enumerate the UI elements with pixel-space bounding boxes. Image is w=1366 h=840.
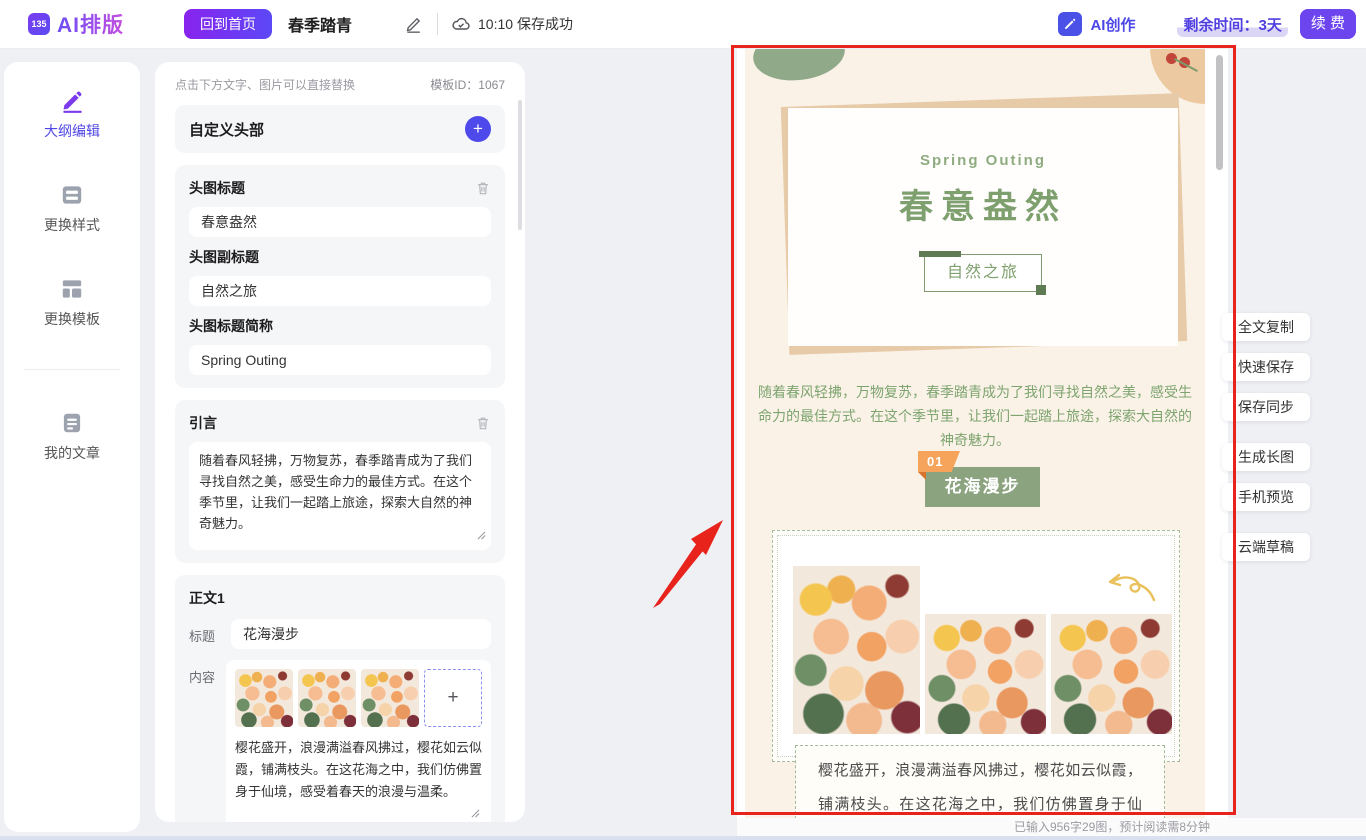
head-fields-section: 头图标题 春意盎然 头图副标题 自然之旅 头图标题简称 Spring Outin…	[175, 165, 505, 388]
template-id: 模板ID：1067	[430, 76, 505, 93]
body1-content-label: 内容	[189, 660, 226, 822]
logo-title: AI排版	[57, 9, 124, 39]
body1-label: 正文1	[189, 588, 225, 608]
body1-title-input[interactable]: 花海漫步	[231, 619, 491, 649]
app-window: 135 AI排版 回到首页 春季踏青 10:10 保存成功 AI创作 剩余时间：…	[0, 0, 1366, 840]
flower-image-small	[925, 614, 1046, 734]
flower-thumbnail[interactable]	[361, 669, 419, 727]
generate-long-image-button[interactable]: 生成长图	[1222, 443, 1310, 471]
body1-section: 正文1 标题 花海漫步 内容 + 樱花盛开，浪漫满溢春风拂过，樱花如云似霞，铺满…	[175, 575, 505, 822]
preview-eyebrow: Spring Outing	[788, 152, 1178, 169]
flower-image-large	[793, 566, 920, 734]
replace-hint-text: 点击下方文字、图片可以直接替换	[175, 76, 355, 93]
head-title-input[interactable]: 春意盎然	[189, 207, 491, 237]
header-divider	[437, 13, 438, 35]
rename-pencil-icon[interactable]	[404, 14, 424, 34]
head-title-label: 头图标题	[189, 178, 245, 198]
resize-handle-icon[interactable]	[477, 525, 486, 546]
document-title: 春季踏青	[288, 12, 352, 36]
ai-create-label: AI创作	[1090, 14, 1135, 35]
preview-title: 春意盎然	[788, 179, 1178, 228]
add-image-button[interactable]: +	[424, 669, 482, 727]
left-sidebar: 大纲编辑 更换样式 更换模板 我的文章	[4, 62, 140, 832]
delete-head-title-icon[interactable]	[475, 180, 491, 196]
logo-135-icon: 135	[28, 13, 50, 35]
sidebar-item-outline-edit[interactable]: 大纲编辑	[44, 88, 100, 141]
panel-hint-row: 点击下方文字、图片可以直接替换 模板ID：1067	[175, 76, 505, 93]
flower-thumbnail[interactable]	[298, 669, 356, 727]
ai-create-button[interactable]: AI创作	[1058, 12, 1135, 36]
header-card: Spring Outing 春意盎然 自然之旅	[788, 108, 1178, 346]
sidebar-label-outline-edit: 大纲编辑	[44, 121, 100, 141]
cloud-draft-button[interactable]: 云端草稿	[1222, 533, 1310, 561]
article-doc-icon	[59, 410, 85, 436]
custom-header-title: 自定义头部	[189, 119, 264, 140]
sidebar-label-change-style: 更换样式	[44, 215, 100, 235]
sidebar-item-my-articles[interactable]: 我的文章	[44, 410, 100, 463]
preview-section-header: 花海漫步 01	[925, 467, 1040, 507]
resize-handle-icon[interactable]	[471, 805, 480, 822]
head-subtitle-label: 头图副标题	[189, 247, 259, 267]
flower-image-small	[1051, 614, 1172, 734]
quick-save-button[interactable]: 快速保存	[1222, 353, 1310, 381]
intro-section: 引言 随着春风轻拂，万物复苏，春季踏青成为了我们寻找自然之美，感受生命力的最佳方…	[175, 400, 505, 563]
section-number-ribbon: 01	[918, 451, 960, 472]
annotation-arrow-icon	[645, 508, 735, 618]
sidebar-label-change-template: 更换模板	[44, 309, 100, 329]
body1-title-label: 标题	[189, 619, 231, 649]
header-right-group: AI创作 剩余时间：3天 续 费	[1058, 9, 1356, 39]
style-panels-icon	[59, 182, 85, 208]
sidebar-item-change-template[interactable]: 更换模板	[44, 276, 100, 329]
back-home-button[interactable]: 回到首页	[184, 9, 272, 39]
outline-edit-panel: 点击下方文字、图片可以直接替换 模板ID：1067 自定义头部 + 头图标题 春…	[155, 62, 525, 822]
save-sync-button[interactable]: 保存同步	[1222, 393, 1310, 421]
preview-subtitle-box: 自然之旅	[924, 254, 1042, 292]
hand-drawn-arrow-icon	[1104, 572, 1160, 609]
renew-button[interactable]: 续 费	[1300, 9, 1356, 39]
phone-preview-button[interactable]: 手机预览	[1222, 483, 1310, 511]
sidebar-divider	[24, 369, 120, 370]
top-header: 135 AI排版 回到首页 春季踏青 10:10 保存成功 AI创作 剩余时间：…	[0, 0, 1366, 48]
intro-label: 引言	[189, 413, 217, 433]
form-scrollbar[interactable]	[518, 100, 522, 230]
ribbon-fold	[918, 472, 926, 480]
intro-textarea[interactable]: 随着春风轻拂，万物复苏，春季踏青成为了我们寻找自然之美，感受生命力的最佳方式。在…	[189, 442, 491, 550]
body1-content-textarea[interactable]: 樱花盛开，浪漫满溢春风拂过，樱花如云似霞，铺满枝头。在这花海之中，我们仿佛置身于…	[235, 737, 482, 803]
app-logo: 135 AI排版	[28, 9, 124, 39]
time-remaining-badge: 剩余时间：3天	[1177, 12, 1287, 37]
decor-green-blob	[750, 48, 848, 85]
template-layout-icon	[59, 276, 85, 302]
delete-intro-icon[interactable]	[475, 415, 491, 431]
cloud-check-icon	[451, 14, 471, 34]
head-subtitle-input[interactable]: 自然之旅	[189, 276, 491, 306]
add-header-button[interactable]: +	[465, 116, 491, 142]
head-short-input[interactable]: Spring Outing	[189, 345, 491, 375]
body1-content-editor: + 樱花盛开，浪漫满溢春风拂过，樱花如云似霞，铺满枝头。在这花海之中，我们仿佛置…	[226, 660, 491, 822]
preview-intro-text: 随着春风轻拂，万物复苏，春季踏青成为了我们寻找自然之美，感受生命力的最佳方式。在…	[755, 380, 1195, 452]
save-status-text: 10:10 保存成功	[478, 14, 573, 34]
copy-full-text-button[interactable]: 全文复制	[1222, 313, 1310, 341]
bottom-edge-strip	[0, 836, 1366, 840]
preview-body-text: 樱花盛开，浪漫满溢春风拂过，樱花如云似霞，铺满枝头。在这花海之中，我们仿佛置身于…	[795, 745, 1165, 818]
pencil-icon	[59, 88, 85, 114]
custom-header-section: 自定义头部 +	[175, 105, 505, 153]
preview-scrollbar[interactable]	[1216, 55, 1223, 170]
sidebar-item-change-style[interactable]: 更换样式	[44, 182, 100, 235]
preview-pane[interactable]: Spring Outing 春意盎然 自然之旅 随着春风轻拂，万物复苏，春季踏青…	[737, 48, 1228, 818]
ai-pencil-icon	[1058, 12, 1082, 36]
head-short-label: 头图标题简称	[189, 316, 273, 336]
save-status: 10:10 保存成功	[451, 14, 573, 34]
flower-thumbnail[interactable]	[235, 669, 293, 727]
preview-image-gallery	[772, 530, 1180, 762]
sidebar-label-my-articles: 我的文章	[44, 443, 100, 463]
article-preview: Spring Outing 春意盎然 自然之旅 随着春风轻拂，万物复苏，春季踏青…	[745, 48, 1205, 818]
word-count-status: 已输入956字29图，预计阅读需8分钟	[737, 818, 1366, 836]
